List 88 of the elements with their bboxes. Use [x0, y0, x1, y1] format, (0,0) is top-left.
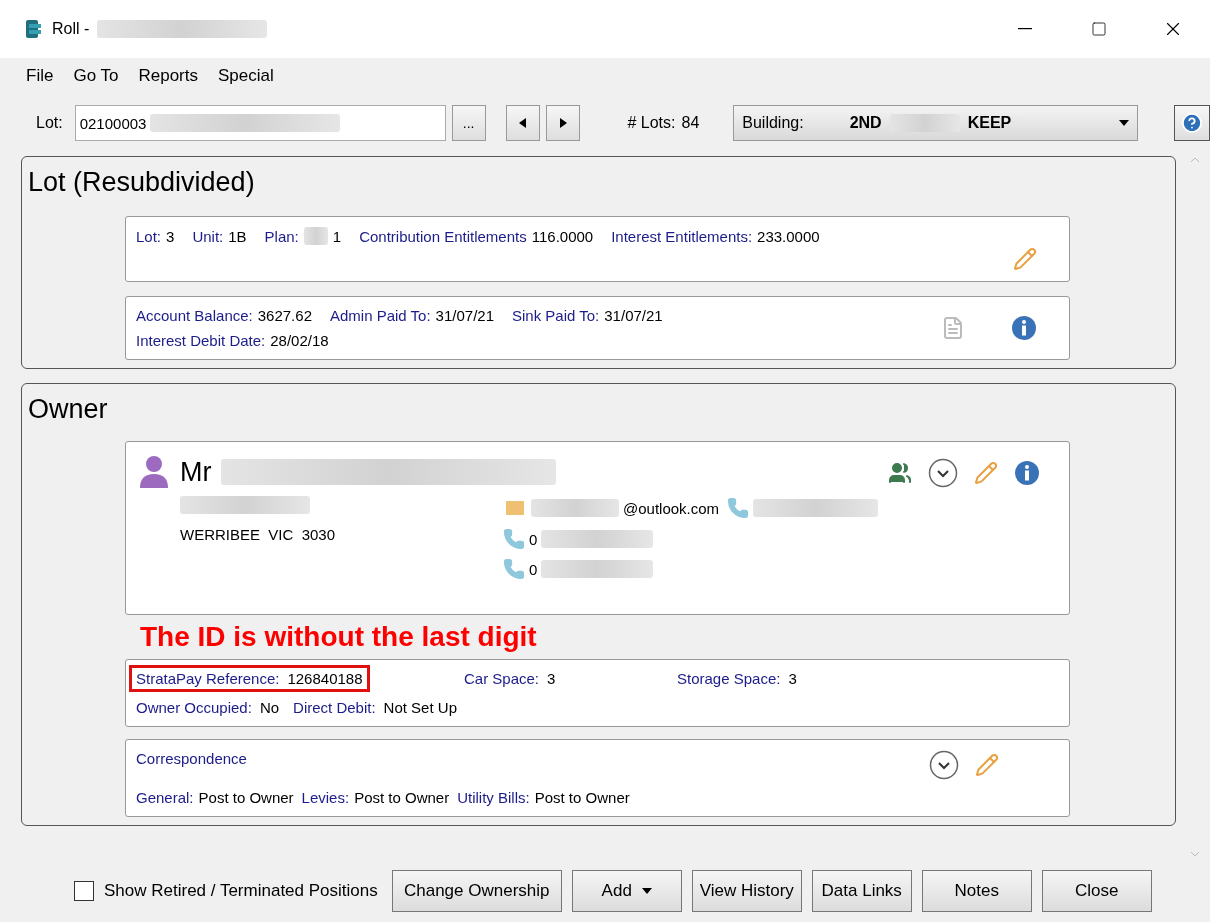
right-triangle-icon [557, 118, 568, 128]
field-value: 31/07/21 [604, 307, 663, 324]
building-label: Building: [742, 114, 804, 132]
people-icon[interactable] [888, 461, 913, 485]
field-label: Owner Occupied: [136, 699, 252, 716]
help-icon [1181, 112, 1203, 134]
section-title: Owner [27, 394, 109, 425]
address-line: WERRIBEE VIC 3030 [180, 526, 337, 543]
building-dropdown[interactable]: Building: 2ND KEEP [733, 105, 1139, 141]
section-title: Lot (Resubdivided) [27, 167, 256, 198]
maximize-icon [1091, 21, 1107, 37]
phone-icon [503, 558, 525, 580]
card-title: Correspondence [136, 750, 248, 767]
minimize-icon [1018, 28, 1032, 30]
phone-icon [727, 497, 750, 519]
field-label: Car Space: [464, 670, 540, 687]
field-value: Post to Owner [198, 789, 294, 806]
chevron-down-icon[interactable] [929, 750, 959, 780]
field-value: 3 [788, 670, 797, 687]
field-label: StrataPay Reference: [136, 670, 280, 687]
next-button[interactable] [545, 105, 580, 141]
menu-item[interactable]: File [18, 64, 62, 88]
field-label: General: [136, 789, 194, 806]
lots-count: 84 [681, 114, 700, 132]
field-value: 126840188 [287, 670, 363, 687]
window-title: Roll - [52, 20, 90, 38]
caret-icon [641, 886, 652, 896]
info-icon[interactable] [1011, 315, 1037, 341]
field-value: Post to Owner [354, 789, 450, 806]
chevron-down-icon[interactable] [928, 458, 959, 488]
field-label: Lot: [136, 227, 162, 245]
field-value: 1 [332, 227, 342, 245]
field-value: Not Set Up [383, 699, 457, 716]
field-label: Plan: [264, 227, 299, 245]
caret-icon [1119, 118, 1130, 128]
field-value: Post to Owner [534, 789, 630, 806]
menu-item[interactable]: Go To [65, 64, 127, 88]
field-value: 3627.62 [257, 307, 312, 324]
help-button[interactable] [1174, 105, 1210, 141]
left-triangle-icon [517, 118, 528, 128]
email-address: @outlook.com [623, 499, 720, 517]
field-value: 31/07/21 [435, 307, 494, 324]
field-label: Account Balance: [136, 307, 253, 324]
redacted-block [889, 114, 960, 132]
lot-field[interactable]: 02100003 [74, 105, 446, 141]
footer-button[interactable]: View History [691, 870, 802, 912]
field-value: No [259, 699, 280, 716]
field-value: 3 [166, 227, 175, 245]
redacted-block [303, 227, 328, 245]
phone-number: 0 [529, 560, 538, 578]
footer-button[interactable]: Data Links [811, 870, 912, 912]
field-label: Direct Debit: [293, 699, 376, 716]
field-label: Levies: [301, 789, 350, 806]
field-label: Interest Debit Date: [136, 332, 266, 349]
app-icon [24, 18, 44, 40]
footer-button[interactable]: Add [571, 870, 682, 912]
field-value: 233.0000 [757, 227, 820, 245]
lots-label: # Lots: [627, 114, 676, 132]
checkbox[interactable] [74, 881, 94, 901]
info-icon[interactable] [1014, 460, 1041, 486]
building-name: KEEP [967, 114, 1012, 132]
field-label: Interest Entitlements: [611, 227, 753, 245]
owner-salutation: Mr [180, 456, 212, 488]
building-name: 2ND [849, 114, 882, 132]
menu-item[interactable]: Special [210, 64, 282, 88]
previous-button[interactable] [505, 105, 540, 141]
phone-number: 0 [529, 530, 538, 548]
footer-button[interactable]: Change Ownership [391, 870, 562, 912]
browse-button[interactable]: ... [451, 105, 486, 141]
lot-value: 02100003 [79, 114, 147, 132]
field-label: Sink Paid To: [512, 307, 600, 324]
field-value: 28/02/18 [270, 332, 329, 349]
checkbox-label: Show Retired / Terminated Positions [104, 881, 378, 901]
field-value: 1B [228, 227, 247, 245]
phone-icon [503, 528, 525, 550]
field-label: Utility Bills: [457, 789, 530, 806]
field-value: 3 [547, 670, 556, 687]
person-icon [138, 454, 170, 490]
footer-button[interactable]: Close [1041, 870, 1152, 912]
menu-item[interactable]: Reports [130, 64, 206, 88]
lot-label: Lot: [36, 114, 63, 132]
footer-button[interactable]: Notes [921, 870, 1032, 912]
field-label: Contribution Entitlements [359, 227, 527, 245]
field-value: 116.0000 [531, 227, 594, 245]
field-label: Storage Space: [677, 670, 781, 687]
annotation-text: The ID is without the last digit [140, 621, 538, 653]
field-label: Admin Paid To: [330, 307, 431, 324]
field-label: Unit: [192, 227, 224, 245]
